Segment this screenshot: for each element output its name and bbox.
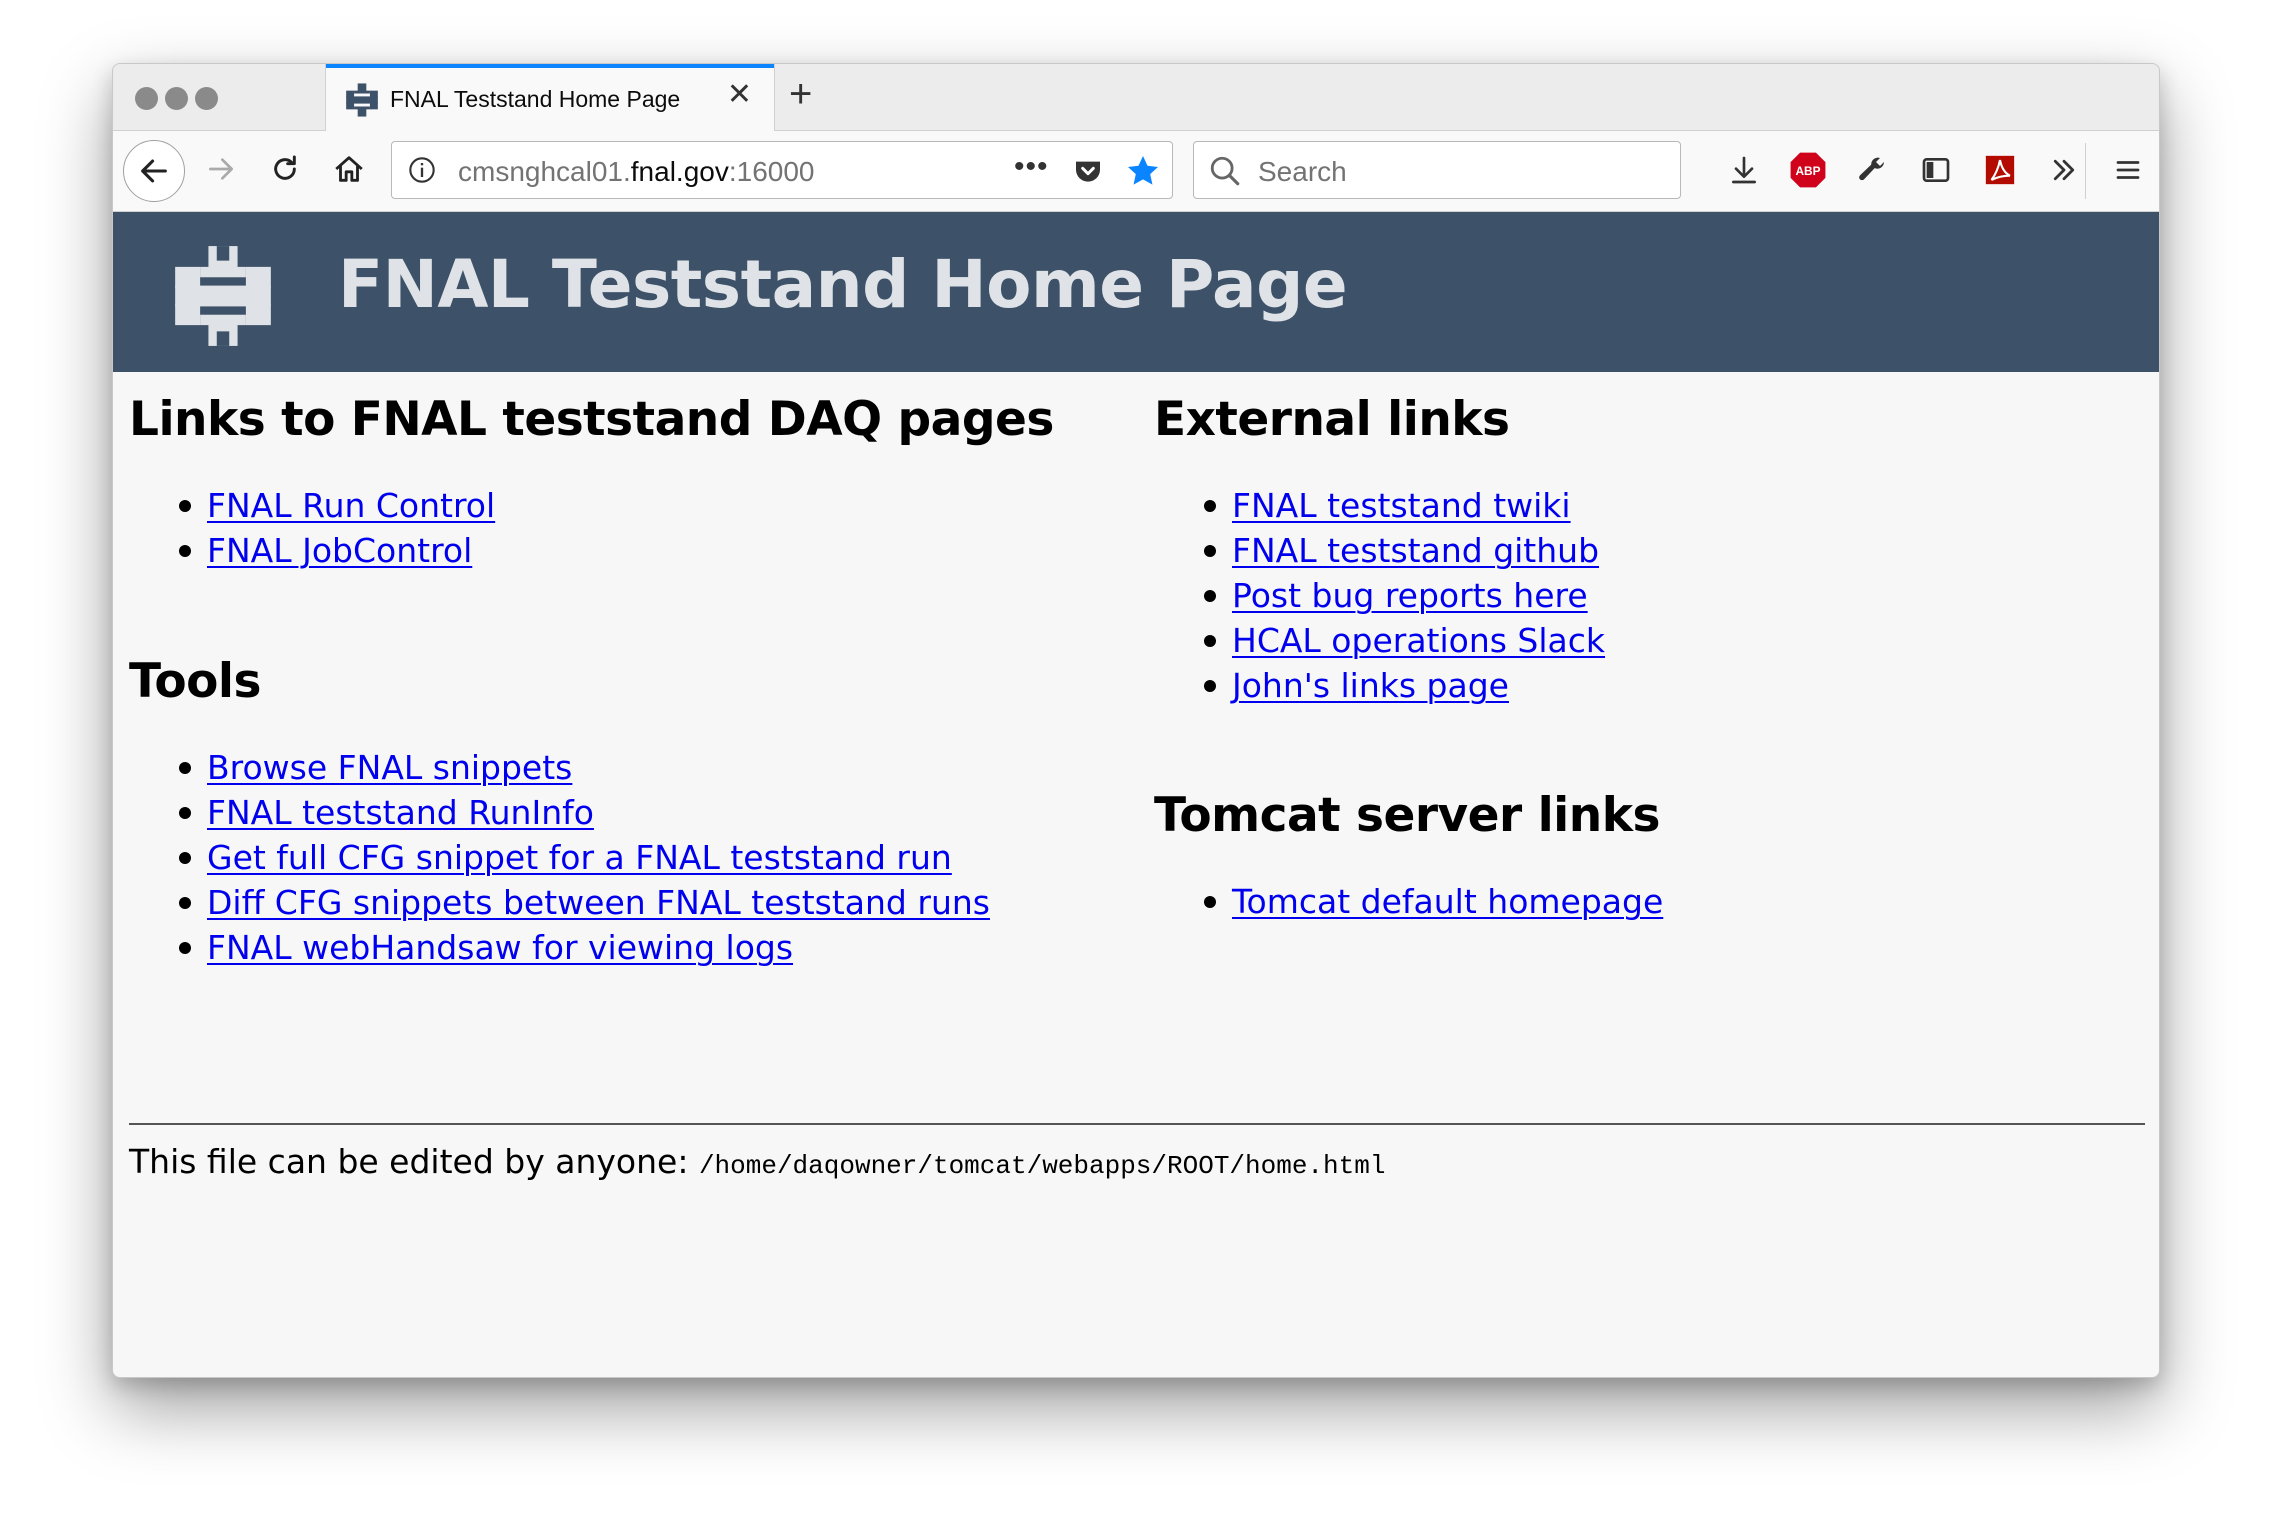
list-item: FNAL Run Control <box>129 483 1054 528</box>
reload-icon <box>274 155 296 180</box>
tab-title: FNAL Teststand Home Page <box>390 86 681 112</box>
tab-accent-line <box>326 64 774 68</box>
footer-divider <box>129 1123 2145 1125</box>
url-domain: fnal.gov <box>630 156 729 187</box>
pocket-icon[interactable] <box>1072 155 1104 187</box>
back-button[interactable] <box>123 140 185 202</box>
overflow-menu-icon <box>2053 159 2075 181</box>
url-subdomain: cmsnghcal01. <box>458 156 631 187</box>
forward-button[interactable] <box>195 143 247 195</box>
tools-link-list: Browse FNAL snippets FNAL teststand RunI… <box>129 745 990 970</box>
zoom-window-button[interactable] <box>195 87 218 110</box>
home-icon <box>335 156 363 182</box>
list-item: Browse FNAL snippets <box>129 745 990 790</box>
minimize-window-button[interactable] <box>165 87 188 110</box>
external-link-list: FNAL teststand twiki FNAL teststand gith… <box>1154 483 1605 708</box>
search-icon <box>1210 156 1240 186</box>
bug-reports-link[interactable]: Post bug reports here <box>1232 576 1588 615</box>
tab-strip: FNAL Teststand Home Page ✕ + <box>113 64 2159 131</box>
acrobat-button[interactable] <box>1977 147 2023 193</box>
browse-snippets-link[interactable]: Browse FNAL snippets <box>207 748 572 787</box>
list-item: John's links page <box>1154 663 1605 708</box>
tab-active[interactable]: FNAL Teststand Home Page ✕ <box>325 64 775 131</box>
page-actions-icon[interactable]: ••• <box>1014 150 1049 184</box>
new-tab-icon[interactable]: + <box>789 74 812 114</box>
list-item: Get full CFG snippet for a FNAL teststan… <box>129 835 990 880</box>
main-menu-button[interactable] <box>2105 147 2151 193</box>
fermilab-favicon-icon <box>346 83 378 117</box>
tomcat-link-list: Tomcat default homepage <box>1154 879 1663 924</box>
home-button[interactable] <box>323 143 375 195</box>
tools-section: Tools Browse FNAL snippets FNAL teststan… <box>129 654 990 970</box>
back-arrow-icon <box>141 159 167 183</box>
page-header: FNAL Teststand Home Page <box>113 212 2159 372</box>
search-bar[interactable]: Search <box>1193 141 1681 199</box>
list-item: FNAL teststand RunInfo <box>129 790 990 835</box>
run-control-link[interactable]: FNAL Run Control <box>207 486 495 525</box>
runinfo-link[interactable]: FNAL teststand RunInfo <box>207 793 594 832</box>
page-content: Links to FNAL teststand DAQ pages FNAL R… <box>113 372 2159 1377</box>
daq-heading: Links to FNAL teststand DAQ pages <box>129 392 1054 447</box>
footer-file-path: /home/daqowner/tomcat/webapps/ROOT/home.… <box>698 1151 1386 1181</box>
cfg-snippet-link[interactable]: Get full CFG snippet for a FNAL teststan… <box>207 838 952 877</box>
downloads-button[interactable] <box>1721 147 1767 193</box>
sidebar-button[interactable] <box>1913 147 1959 193</box>
tomcat-section: Tomcat server links Tomcat default homep… <box>1154 788 1663 924</box>
search-placeholder: Search <box>1258 156 1347 187</box>
download-icon <box>1732 156 1756 184</box>
sidebar-icon <box>1922 158 1950 182</box>
forward-arrow-icon <box>209 158 233 180</box>
list-item: Tomcat default homepage <box>1154 879 1663 924</box>
wrench-icon <box>1859 157 1884 181</box>
list-item: FNAL teststand twiki <box>1154 483 1605 528</box>
twiki-link[interactable]: FNAL teststand twiki <box>1232 486 1571 525</box>
list-item: FNAL webHandsaw for viewing logs <box>129 925 990 970</box>
daq-section: Links to FNAL teststand DAQ pages FNAL R… <box>129 392 1054 573</box>
footer-note: This file can be edited by anyone: /home… <box>129 1142 1385 1181</box>
daq-link-list: FNAL Run Control FNAL JobControl <box>129 483 1054 573</box>
list-item: HCAL operations Slack <box>1154 618 1605 663</box>
fermilab-logo-icon <box>175 246 271 346</box>
address-bar[interactable]: cmsnghcal01.fnal.gov:16000 ••• <box>391 141 1173 199</box>
navigation-toolbar: cmsnghcal01.fnal.gov:16000 ••• Search AB… <box>113 131 2159 212</box>
external-section: External links FNAL teststand twiki FNAL… <box>1154 392 1605 708</box>
johns-links-link[interactable]: John's links page <box>1232 666 1509 705</box>
toolbar-separator <box>2085 143 2086 199</box>
list-item: Diff CFG snippets between FNAL teststand… <box>129 880 990 925</box>
list-item: FNAL JobControl <box>129 528 1054 573</box>
url-port: :16000 <box>728 156 815 187</box>
bookmark-star-icon[interactable] <box>1125 153 1161 189</box>
developer-tools-button[interactable] <box>1849 147 1895 193</box>
list-item: FNAL teststand github <box>1154 528 1605 573</box>
tomcat-heading: Tomcat server links <box>1154 788 1661 843</box>
svg-text:ABP: ABP <box>1795 164 1820 178</box>
external-heading: External links <box>1154 392 1510 447</box>
job-control-link[interactable]: FNAL JobControl <box>207 531 472 570</box>
info-icon[interactable] <box>408 156 436 184</box>
diff-cfg-link[interactable]: Diff CFG snippets between FNAL teststand… <box>207 883 990 922</box>
tools-heading: Tools <box>129 654 261 709</box>
overflow-menu-button[interactable] <box>2041 147 2087 193</box>
adblock-plus-button[interactable]: ABP <box>1785 147 1831 193</box>
acrobat-icon <box>1985 155 2015 185</box>
github-link[interactable]: FNAL teststand github <box>1232 531 1599 570</box>
hamburger-menu-icon <box>2116 161 2140 179</box>
close-window-button[interactable] <box>135 87 158 110</box>
webhandsaw-link[interactable]: FNAL webHandsaw for viewing logs <box>207 928 793 967</box>
page-title: FNAL Teststand Home Page <box>338 246 1348 323</box>
tomcat-homepage-link[interactable]: Tomcat default homepage <box>1232 882 1663 921</box>
reload-button[interactable] <box>259 143 311 195</box>
slack-link[interactable]: HCAL operations Slack <box>1232 621 1605 660</box>
browser-window: FNAL Teststand Home Page ✕ + cmsnghcal01… <box>112 63 2160 1378</box>
list-item: Post bug reports here <box>1154 573 1605 618</box>
adblock-plus-icon: ABP <box>1790 152 1826 188</box>
close-tab-icon[interactable]: ✕ <box>727 80 752 110</box>
footer-text: This file can be edited by anyone: <box>129 1142 699 1181</box>
url-text: cmsnghcal01.fnal.gov:16000 <box>458 156 814 188</box>
